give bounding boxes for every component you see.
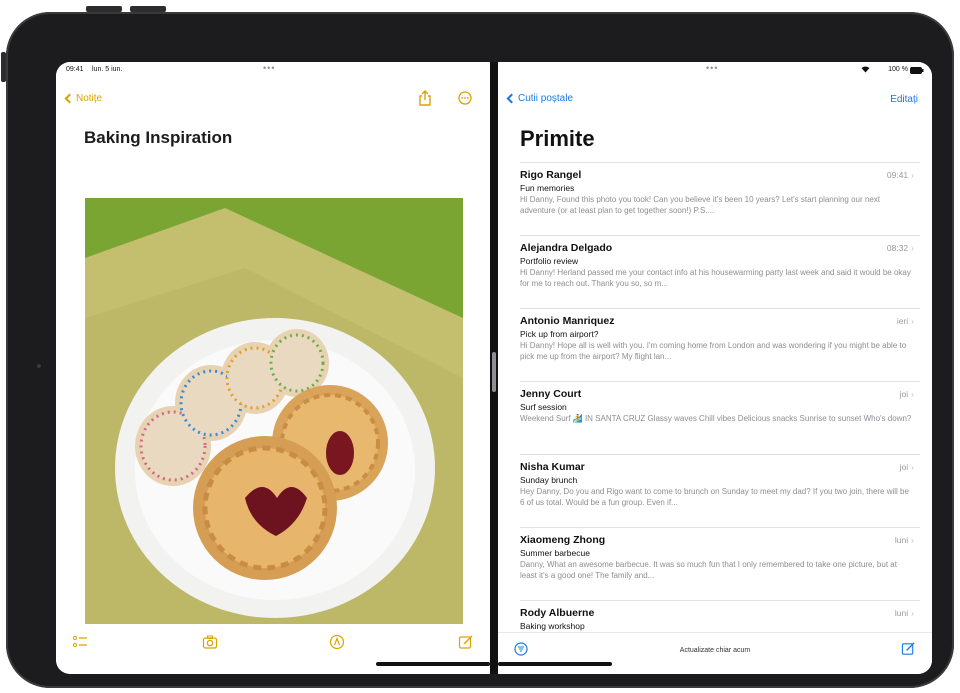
top-button <box>86 6 122 12</box>
message-sender: Alejandra Delgado <box>520 242 613 254</box>
notes-pane: 09:41 lun. 5 iun. ••• Notițe Baking Insp… <box>56 62 490 674</box>
checklist-icon[interactable] <box>72 634 88 650</box>
message-row[interactable]: Xiaomeng Zhong luni Summer barbecue Danny, … <box>520 527 920 600</box>
message-preview: Weekend Surf 🏄 IN SANTA CRUZ Glassy wave… <box>520 414 912 423</box>
message-subject: Fun memories <box>520 183 575 193</box>
notes-back-label: Notițe <box>76 93 103 104</box>
volume-button <box>1 52 6 82</box>
message-list: Rigo Rangel 09:41 Fun memories Hi Danny, Fo… <box>520 162 920 673</box>
battery-icon <box>910 67 924 74</box>
message-time: 09:41 <box>887 170 914 180</box>
split-view-handle[interactable] <box>492 352 496 392</box>
message-time: 08:32 <box>887 243 914 253</box>
screen: 09:41 lun. 5 iun. ••• Notițe Baking Insp… <box>56 62 932 674</box>
multitasking-dots-mail[interactable]: ••• <box>706 63 718 73</box>
markup-icon[interactable] <box>329 634 345 650</box>
message-time: joi <box>900 389 914 399</box>
message-subject: Summer barbecue <box>520 548 590 558</box>
message-preview: Hey Danny, Do you and Rigo want to come … <box>520 487 909 507</box>
status-battery: 100 % <box>888 66 908 73</box>
message-subject: Surf session <box>520 402 567 412</box>
message-subject: Baking workshop <box>520 621 585 631</box>
message-row[interactable]: Nisha Kumar joi Sunday brunch Hey Danny, Do… <box>520 454 920 527</box>
top-button-2 <box>130 6 166 12</box>
chevron-left-icon <box>64 93 75 104</box>
message-row[interactable]: Antonio Manriquez ieri Pick up from airpor… <box>520 308 920 381</box>
message-time: luni <box>895 535 914 545</box>
edit-button[interactable]: Editați <box>890 94 918 105</box>
message-sender: Rody Albuerne <box>520 607 595 619</box>
message-sender: Xiaomeng Zhong <box>520 534 606 546</box>
message-sender: Rigo Rangel <box>520 169 582 181</box>
message-subject: Sunday brunch <box>520 475 578 485</box>
message-sender: Antonio Manriquez <box>520 315 615 327</box>
multitasking-dots[interactable]: ••• <box>263 63 275 73</box>
mailboxes-back-label: Cutii poștale <box>518 93 574 104</box>
home-indicator-left <box>376 662 490 666</box>
more-icon[interactable] <box>458 91 472 105</box>
message-time: ieri <box>897 316 914 326</box>
status-time: 09:41 <box>66 66 84 73</box>
message-time: luni <box>895 608 914 618</box>
message-row[interactable]: Jenny Court joi Surf session Weekend Surf 🏄… <box>520 381 920 454</box>
message-subject: Portfolio review <box>520 256 579 266</box>
message-sender: Jenny Court <box>520 388 582 400</box>
home-indicator-right <box>498 662 612 666</box>
message-preview: Danny, What an awesome barbecue. It was … <box>520 560 897 580</box>
compose-icon[interactable] <box>458 634 474 650</box>
status-date: lun. 5 iun. <box>92 66 123 73</box>
mail-pane: ••• 100 % Cutii poștale Editați Primite … <box>498 62 932 674</box>
message-sender: Nisha Kumar <box>520 461 585 473</box>
note-title: Baking Inspiration <box>84 128 233 147</box>
message-preview: Hi Danny, Found this photo you took! Can… <box>520 195 881 215</box>
message-row[interactable]: Rigo Rangel 09:41 Fun memories Hi Danny, Fo… <box>520 162 920 235</box>
update-status-text: Actualizate chiar acum <box>679 647 751 654</box>
camera-icon[interactable] <box>202 634 218 650</box>
cookies-illustration <box>85 198 463 624</box>
mail-toolbar: Actualizate chiar acum <box>498 632 932 674</box>
message-row[interactable]: Alejandra Delgado 08:32 Portfolio review Hi… <box>520 235 920 308</box>
message-preview: Hi Danny! Herland passed me your contact… <box>520 268 911 288</box>
front-camera <box>37 364 41 368</box>
ipad-device: 09:41 lun. 5 iun. ••• Notițe Baking Insp… <box>1 6 954 688</box>
chevron-left-icon <box>506 93 517 104</box>
mailboxes-back-button[interactable]: Cutii poștale <box>506 93 573 104</box>
notes-back-button[interactable]: Notițe <box>64 93 102 104</box>
plate-of-cookies-image[interactable] <box>85 198 463 624</box>
share-icon[interactable] <box>418 90 432 106</box>
message-subject: Pick up from airport? <box>520 329 599 339</box>
message-time: joi <box>900 462 914 472</box>
wifi-icon <box>861 66 870 73</box>
inbox-title: Primite <box>520 126 595 151</box>
compose-icon[interactable] <box>901 641 916 656</box>
message-preview: Hi Danny! Hope all is well with you. I'm… <box>520 341 907 361</box>
